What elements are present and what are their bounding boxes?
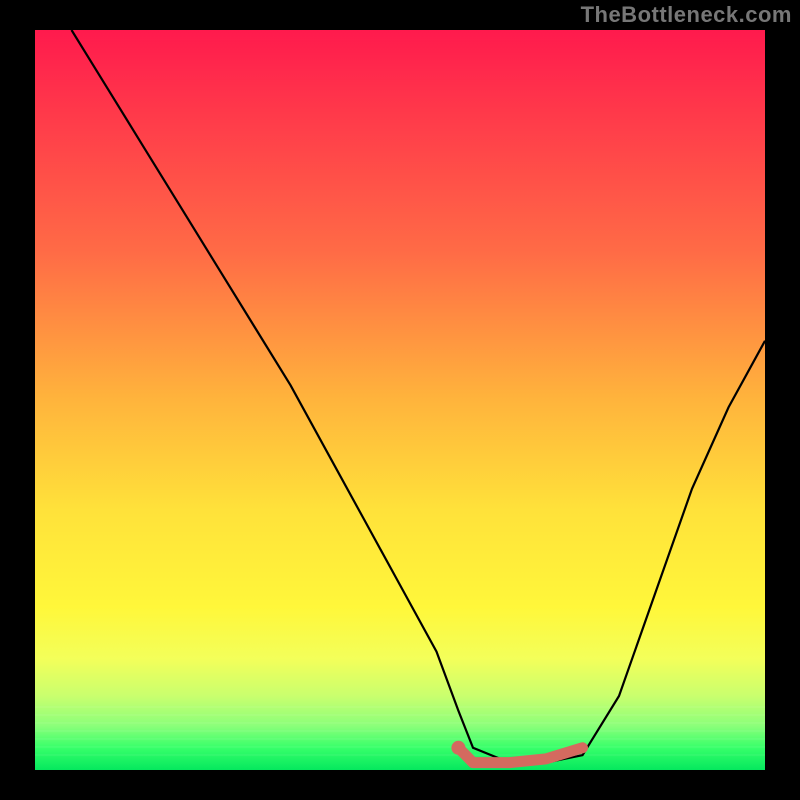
bottleneck-curve-path [72, 30, 766, 763]
chart-svg [35, 30, 765, 770]
highlight-start-dot [451, 741, 465, 755]
watermark-text: TheBottleneck.com [581, 2, 792, 28]
plot-area [35, 30, 765, 770]
chart-container: TheBottleneck.com [0, 0, 800, 800]
